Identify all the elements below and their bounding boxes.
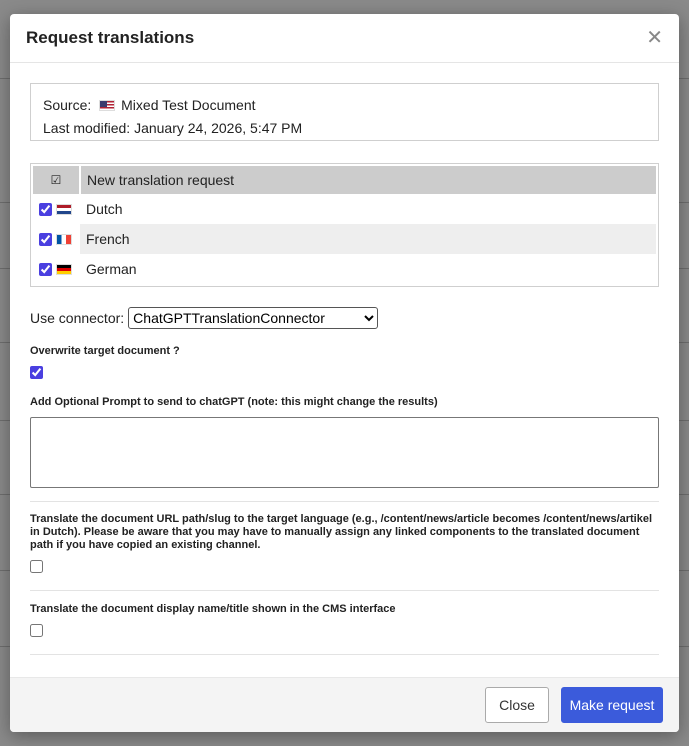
connector-row: Use connector: ChatGPTTranslationConnect… [30, 307, 659, 329]
overwrite-section: Overwrite target document ? [30, 345, 659, 382]
close-icon[interactable]: ✕ [646, 28, 663, 48]
translate-title-checkbox[interactable] [30, 624, 43, 637]
request-translations-dialog: Request translations ✕ Source: Mixed Tes… [10, 14, 679, 732]
divider [30, 654, 659, 655]
dutch-checkbox[interactable] [39, 203, 52, 216]
language-label: French [80, 224, 656, 254]
source-document: Mixed Test Document [121, 97, 256, 113]
source-label: Source: [43, 97, 92, 113]
us-flag-icon [99, 100, 116, 111]
german-checkbox[interactable] [39, 263, 52, 276]
translate-path-checkbox[interactable] [30, 560, 43, 573]
connector-label: Use connector: [30, 310, 125, 326]
dialog-title: Request translations [26, 28, 195, 47]
prompt-section: Add Optional Prompt to send to chatGPT (… [30, 396, 659, 488]
language-row-french: French [33, 224, 656, 254]
make-request-button[interactable]: Make request [561, 687, 663, 723]
dialog-header: Request translations ✕ [10, 14, 679, 63]
divider [30, 590, 659, 591]
translate-title-label: Translate the document display name/titl… [30, 603, 396, 615]
translate-title-section: Translate the document display name/titl… [30, 603, 659, 640]
translate-path-label: Translate the document URL path/slug to … [30, 513, 653, 551]
modified-line: Last modified: January 24, 2026, 5:47 PM [43, 117, 646, 140]
language-table: ☑ New translation request Dutch French G… [30, 163, 659, 287]
modified-value: January 24, 2026, 5:47 PM [134, 120, 303, 136]
overwrite-label: Overwrite target document ? [30, 345, 180, 357]
language-label: Dutch [86, 201, 123, 217]
prompt-textarea[interactable] [30, 417, 659, 488]
source-info: Source: Mixed Test Document Last modifie… [30, 83, 659, 141]
fr-flag-icon [55, 234, 72, 245]
language-table-header-label: New translation request [80, 166, 656, 194]
de-flag-icon [55, 264, 72, 275]
language-table-header: ☑ New translation request [33, 166, 656, 194]
overwrite-checkbox[interactable] [30, 366, 43, 379]
source-line: Source: Mixed Test Document [43, 94, 646, 117]
language-label: German [86, 261, 137, 277]
language-row-german: German [33, 254, 656, 284]
dialog-footer: Close Make request [10, 677, 679, 732]
nl-flag-icon [55, 204, 72, 215]
modified-label: Last modified: [43, 120, 131, 136]
connector-select[interactable]: ChatGPTTranslationConnector [128, 307, 379, 329]
prompt-label: Add Optional Prompt to send to chatGPT (… [30, 396, 438, 408]
select-all-checkbox-icon[interactable]: ☑ [33, 166, 81, 194]
divider [30, 501, 659, 502]
dialog-body: Source: Mixed Test Document Last modifie… [10, 63, 679, 655]
translate-path-section: Translate the document URL path/slug to … [30, 513, 659, 576]
language-row-dutch: Dutch [33, 194, 656, 224]
french-checkbox[interactable] [39, 233, 52, 246]
close-button[interactable]: Close [485, 687, 549, 723]
